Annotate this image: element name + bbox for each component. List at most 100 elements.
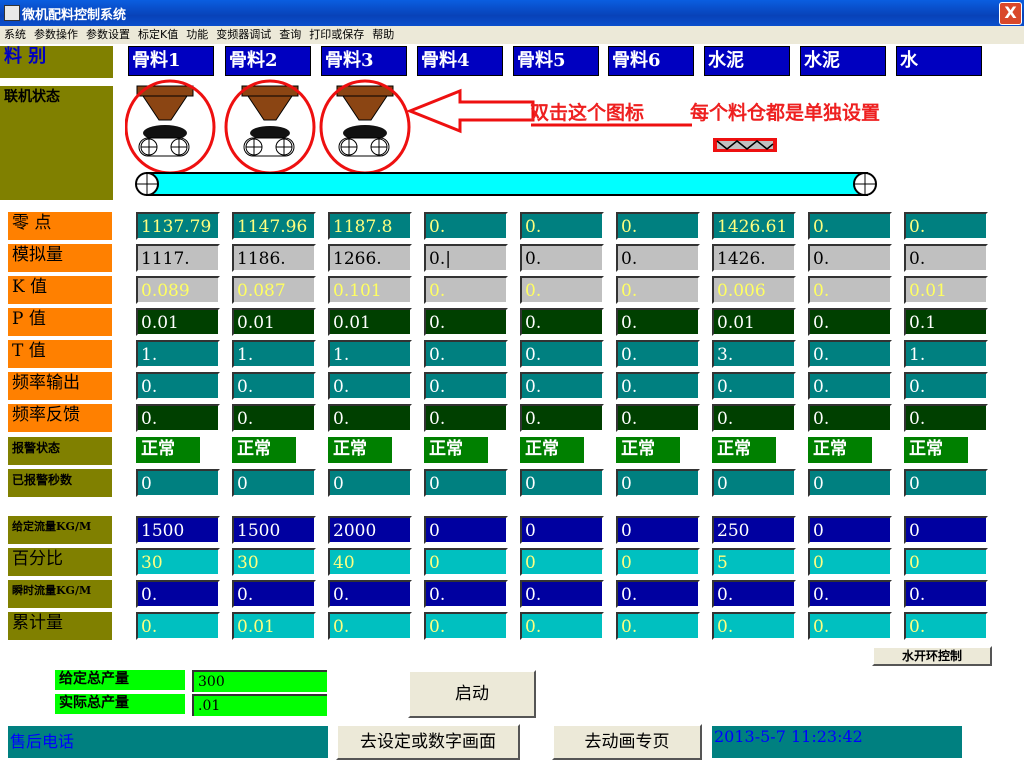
material-name-7[interactable]: 水泥 — [704, 46, 790, 76]
k-value-cell[interactable]: 0.087 — [232, 276, 316, 304]
percent-cell: 0 — [904, 548, 988, 576]
p-value-cell[interactable]: 0.1 — [904, 308, 988, 336]
p-value-cell[interactable]: 0. — [520, 308, 604, 336]
alarm-status-badge: 正常 — [808, 437, 872, 463]
t-value-cell[interactable]: 0. — [520, 340, 604, 368]
freq-output-cell: 0. — [328, 372, 412, 400]
label-set-flow: 给定流量KG/M — [8, 516, 112, 544]
menu-item-system[interactable]: 系统 — [0, 26, 30, 43]
set-flow-cell[interactable]: 250 — [712, 516, 796, 544]
zero-cell[interactable]: 0. — [904, 212, 988, 240]
t-value-cell[interactable]: 3. — [712, 340, 796, 368]
t-value-cell[interactable]: 1. — [232, 340, 316, 368]
t-value-cell[interactable]: 0. — [424, 340, 508, 368]
hopper-icon[interactable] — [136, 85, 194, 157]
hopper-icon[interactable] — [336, 85, 394, 157]
annotation-double-click: 双击这个图标 — [530, 102, 645, 124]
alarm-seconds-cell: 0 — [136, 469, 220, 497]
zero-cell[interactable]: 0. — [520, 212, 604, 240]
zero-cell[interactable]: 0. — [808, 212, 892, 240]
label-percent: 百分比 — [8, 548, 112, 576]
p-value-cell[interactable]: 0.01 — [232, 308, 316, 336]
label-instant-flow: 瞬时流量KG/M — [8, 580, 112, 608]
set-flow-cell[interactable]: 0 — [424, 516, 508, 544]
zero-cell[interactable]: 0. — [616, 212, 700, 240]
set-flow-cell[interactable]: 0 — [616, 516, 700, 544]
goto-animation-button[interactable]: 去动画专页 — [552, 724, 702, 760]
zero-cell[interactable]: 1137.79 — [136, 212, 220, 240]
material-name-1[interactable]: 骨料1 — [128, 46, 214, 76]
set-flow-cell[interactable]: 0 — [520, 516, 604, 544]
analog-cell: 1117. — [136, 244, 220, 272]
set-total-field[interactable]: 300 — [192, 670, 327, 692]
p-value-cell[interactable]: 0.01 — [136, 308, 220, 336]
label-actual-total: 实际总产量 — [55, 694, 185, 714]
instant-flow-cell: 0. — [136, 580, 220, 608]
cumulative-cell: 0. — [328, 612, 412, 640]
menu-item-calibrate-k[interactable]: 标定K值 — [134, 26, 182, 43]
t-value-cell[interactable]: 1. — [136, 340, 220, 368]
label-p-value: P 值 — [8, 308, 112, 336]
material-name-8[interactable]: 水泥 — [800, 46, 886, 76]
material-name-3[interactable]: 骨料3 — [321, 46, 407, 76]
k-value-cell[interactable]: 0.006 — [712, 276, 796, 304]
set-flow-cell[interactable]: 0 — [808, 516, 892, 544]
set-flow-cell[interactable]: 1500 — [232, 516, 316, 544]
alarm-seconds-cell: 0 — [616, 469, 700, 497]
label-alarm-seconds: 已报警秒数 — [8, 469, 112, 497]
alarm-status-badge: 正常 — [904, 437, 968, 463]
menu-item-param-ops[interactable]: 参数操作 — [30, 26, 82, 43]
k-value-cell[interactable]: 0.101 — [328, 276, 412, 304]
p-value-cell[interactable]: 0. — [424, 308, 508, 336]
menu-item-param-settings[interactable]: 参数设置 — [82, 26, 134, 43]
close-button[interactable]: X — [999, 2, 1022, 25]
alarm-seconds-cell: 0 — [808, 469, 892, 497]
analog-cell: 0. — [616, 244, 700, 272]
start-button[interactable]: 启动 — [408, 670, 536, 718]
k-value-cell[interactable]: 0.089 — [136, 276, 220, 304]
zero-cell[interactable]: 1426.61 — [712, 212, 796, 240]
k-value-cell[interactable]: 0. — [520, 276, 604, 304]
material-name-4[interactable]: 骨料4 — [417, 46, 503, 76]
percent-cell: 30 — [232, 548, 316, 576]
menu-item-help[interactable]: 帮助 — [368, 26, 398, 43]
material-name-5[interactable]: 骨料5 — [513, 46, 599, 76]
p-value-cell[interactable]: 0. — [808, 308, 892, 336]
instant-flow-cell: 0. — [424, 580, 508, 608]
k-value-cell[interactable]: 0. — [616, 276, 700, 304]
zero-cell[interactable]: 0. — [424, 212, 508, 240]
cumulative-cell: 0. — [712, 612, 796, 640]
t-value-cell[interactable]: 0. — [808, 340, 892, 368]
p-value-cell[interactable]: 0.01 — [328, 308, 412, 336]
t-value-cell[interactable]: 1. — [904, 340, 988, 368]
material-name-6[interactable]: 骨料6 — [608, 46, 694, 76]
t-value-cell[interactable]: 0. — [616, 340, 700, 368]
material-name-2[interactable]: 骨料2 — [225, 46, 311, 76]
menu-item-inverter-debug[interactable]: 变频器调试 — [212, 26, 275, 43]
p-value-cell[interactable]: 0. — [616, 308, 700, 336]
label-freq-output: 频率输出 — [8, 372, 112, 400]
p-value-cell[interactable]: 0.01 — [712, 308, 796, 336]
hopper-icon[interactable] — [241, 85, 299, 157]
goto-settings-button[interactable]: 去设定或数字画面 — [336, 724, 520, 760]
set-flow-cell[interactable]: 0 — [904, 516, 988, 544]
percent-cell: 0 — [424, 548, 508, 576]
zero-cell[interactable]: 1147.96 — [232, 212, 316, 240]
menu-item-query[interactable]: 查询 — [275, 26, 305, 43]
freq-feedback-cell: 0. — [424, 404, 508, 432]
k-value-cell[interactable]: 0.01 — [904, 276, 988, 304]
water-open-loop-button[interactable]: 水开环控制 — [872, 646, 992, 666]
alarm-seconds-cell: 0 — [712, 469, 796, 497]
alarm-seconds-cell: 0 — [328, 469, 412, 497]
cumulative-cell: 0. — [616, 612, 700, 640]
zero-cell[interactable]: 1187.8 — [328, 212, 412, 240]
k-value-cell[interactable]: 0. — [808, 276, 892, 304]
menu-item-print-save[interactable]: 打印或保存 — [305, 26, 368, 43]
menu-item-function[interactable]: 功能 — [182, 26, 212, 43]
valve-icon[interactable] — [713, 138, 777, 152]
set-flow-cell[interactable]: 2000 — [328, 516, 412, 544]
set-flow-cell[interactable]: 1500 — [136, 516, 220, 544]
k-value-cell[interactable]: 0. — [424, 276, 508, 304]
t-value-cell[interactable]: 1. — [328, 340, 412, 368]
material-name-9[interactable]: 水 — [896, 46, 982, 76]
